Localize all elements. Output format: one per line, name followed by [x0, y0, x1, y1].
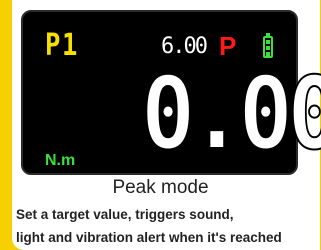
- mode-label: P1: [45, 28, 80, 63]
- battery-bar: [266, 40, 270, 44]
- unit-label: N.m: [45, 152, 76, 169]
- battery-bar: [266, 46, 270, 50]
- caption-line-2: light and vibration alert when it's reac…: [16, 230, 282, 245]
- main-reading: 0.00: [140, 55, 321, 172]
- device-display: P1 6.00 P 0.00 N.m: [21, 10, 321, 175]
- caption-title: Peak mode: [112, 177, 209, 198]
- caption-line-1: Set a target value, triggers sound,: [16, 207, 234, 222]
